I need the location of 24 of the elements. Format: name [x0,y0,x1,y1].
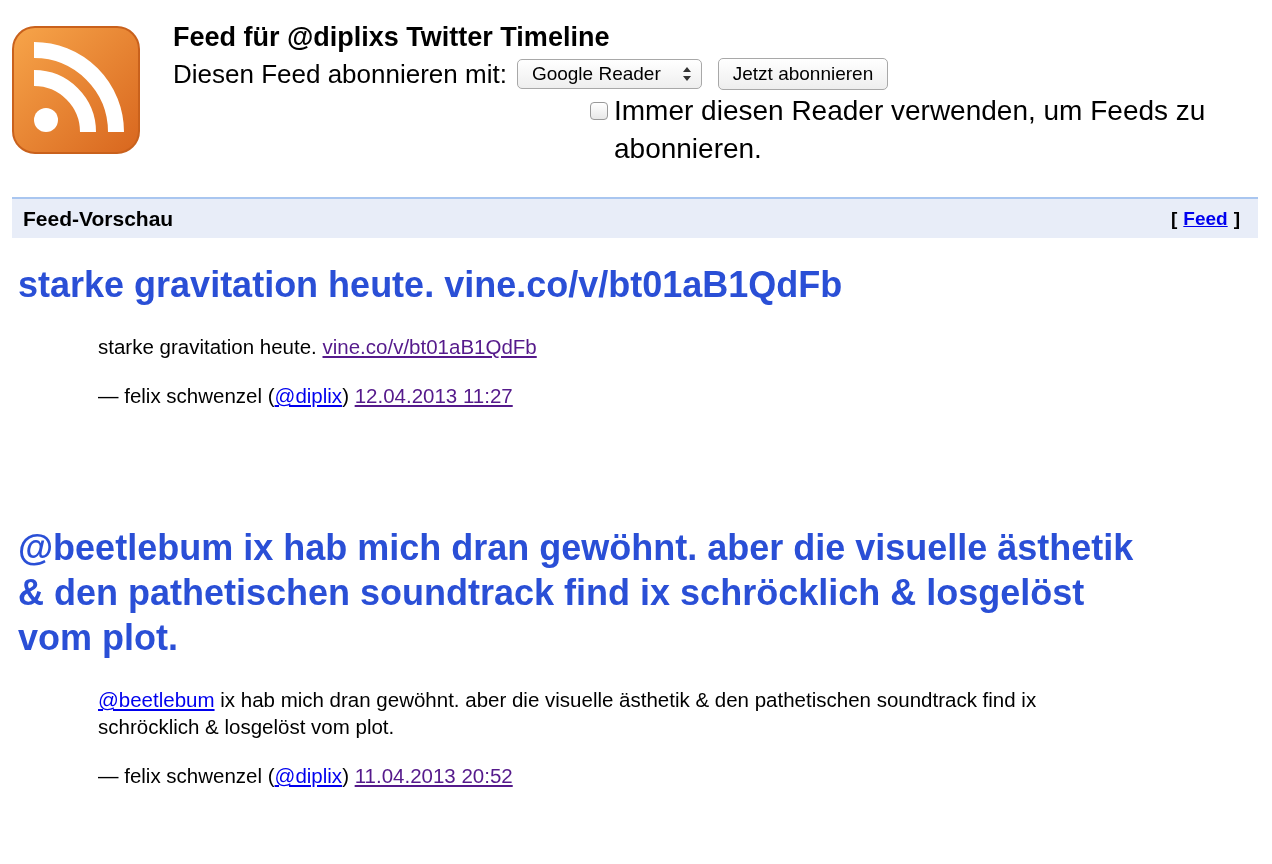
bracket: ] [1233,207,1240,230]
rss-feed-icon [12,26,140,154]
entry-summary: @beetlebum ix hab mich dran gewöhnt. aber die visuelle ästhetik & den pathetischen soundtrack find ix schröcklich & losgelöst vom plot. [98,687,1038,740]
link[interactable]: vine.co/v/bt01aB1QdFb [322,335,537,358]
feed-title: Feed für @diplixs Twitter Timeline [173,22,611,52]
date-link[interactable]: 12.04.2013 11:27 [354,384,513,407]
checkbox-label: Immer diesen Reader verwenden, um Feeds zu abonnieren. [614,94,1207,166]
reader-select[interactable]: Google Reader [516,59,702,89]
entry-title[interactable]: starke gravitation heute. vine.co/v/bt01aB1QdFb [18,262,1138,307]
preview-title: Feed-Vorschau [23,206,174,231]
subscribe-button[interactable]: Jetzt abonnieren [717,58,889,90]
bracket: [ [1171,207,1178,230]
entry-summary: starke gravitation heute. vine.co/v/bt01aB1QdFb [98,334,538,360]
date-link[interactable]: 11.04.2013 20:52 [354,764,513,787]
entry-title[interactable]: @beetlebum ix hab mich dran gewöhnt. aber die visuelle ästhetik & den pathetischen soundtrack find ix schröcklich & losgelöst vom plot. [18,525,1138,660]
entry-byline: — felix schwenzel (@diplix) 11.04.2013 20:52 [98,763,514,789]
author-link[interactable]: @diplix [274,384,343,407]
entry-byline: — felix schwenzel (@diplix) 12.04.2013 11:27 [98,383,514,409]
checkbox[interactable] [590,102,608,120]
author-link[interactable]: @diplix [274,764,343,787]
feed-link[interactable]: Feed [1183,207,1228,230]
subscribe-label: Diesen Feed abonnieren mit: [173,58,507,90]
up-down-arrows-icon [682,67,691,81]
link[interactable]: @beetlebum [98,688,215,711]
